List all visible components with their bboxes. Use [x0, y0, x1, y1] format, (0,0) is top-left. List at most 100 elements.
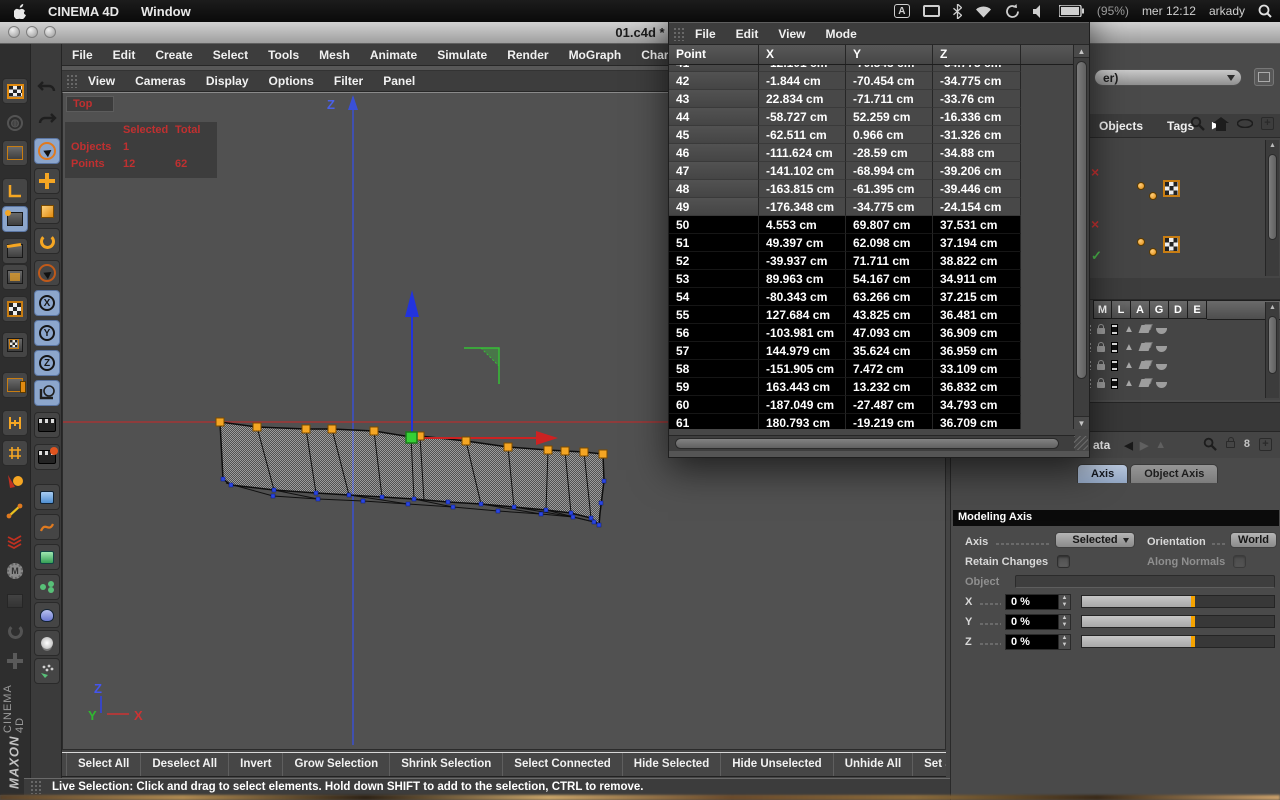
column-header-z[interactable]: Z — [933, 45, 1021, 64]
generator-icon[interactable] — [1138, 343, 1152, 351]
state-icon[interactable] — [1111, 359, 1118, 371]
ik-mode-icon[interactable] — [2, 440, 28, 466]
structure-cell[interactable]: 13.232 cm — [846, 378, 933, 396]
structure-row-55[interactable]: 55 127.684 cm 43.825 cm 36.481 cm — [669, 306, 1075, 324]
orientation-button[interactable]: World — [1230, 532, 1277, 548]
retain-changes-checkbox[interactable] — [1057, 555, 1070, 568]
menubar-app-name[interactable]: CINEMA 4D — [48, 4, 119, 19]
animation-mode-icon[interactable] — [2, 410, 28, 436]
z-value-stepper[interactable]: 0 % ▲ ▼ — [1005, 634, 1071, 650]
add-object-icon[interactable]: + — [1261, 117, 1274, 130]
layer-row[interactable]: ▲ — [1081, 356, 1280, 374]
menu-render[interactable]: Render — [497, 44, 558, 66]
home-icon[interactable] — [1213, 116, 1229, 131]
structure-cell[interactable]: 37.531 cm — [933, 216, 1021, 234]
structure-cell[interactable]: 37.215 cm — [933, 288, 1021, 306]
model-mode-icon[interactable] — [2, 140, 28, 166]
structure-row-50[interactable]: 50 4.553 cm 69.807 cm 37.531 cm — [669, 216, 1075, 234]
structure-cell[interactable]: -70.545 cm — [846, 65, 933, 72]
resize-grip[interactable] — [1074, 436, 1088, 450]
structure-cell[interactable]: 36.832 cm — [933, 378, 1021, 396]
viewport-menu-display[interactable]: Display — [196, 70, 259, 92]
state-icon[interactable] — [1111, 341, 1118, 353]
menubar-user[interactable]: arkady — [1209, 4, 1245, 18]
add-panel-icon[interactable]: + — [1259, 437, 1272, 451]
y-value-stepper[interactable]: 0 % ▲ ▼ — [1005, 614, 1071, 630]
render-view-icon[interactable] — [34, 412, 60, 438]
structure-cell[interactable]: 45 — [669, 126, 759, 144]
generator-icon[interactable] — [1138, 325, 1152, 333]
menu-simulate[interactable]: Simulate — [427, 44, 497, 66]
structure-cell[interactable]: -27.487 cm — [846, 396, 933, 414]
layout-select[interactable]: er) — [1094, 69, 1242, 86]
column-header-x[interactable]: X — [759, 45, 846, 64]
structure-cell[interactable]: -151.905 cm — [759, 360, 846, 378]
layers-scrollbar[interactable]: ▲ — [1265, 302, 1279, 398]
structure-cell[interactable]: -163.815 cm — [759, 180, 846, 198]
tab-objects[interactable]: Objects — [1087, 119, 1155, 133]
sync-icon[interactable] — [1005, 3, 1020, 19]
lock-icon[interactable] — [1097, 377, 1105, 388]
object-stack-icon[interactable] — [2, 372, 28, 398]
structure-cell[interactable]: 37.194 cm — [933, 234, 1021, 252]
eye-icon[interactable] — [1237, 119, 1253, 128]
structure-row-60[interactable]: 60 -187.049 cm -27.487 cm 34.793 cm — [669, 396, 1075, 414]
volume-icon[interactable] — [1032, 3, 1046, 19]
structure-table[interactable]: PointXYZ 41-12.101 cm-70.545 cm-34.775 c… — [669, 45, 1075, 429]
structure-hscrollbar[interactable] — [669, 435, 1075, 451]
menu-animate[interactable]: Animate — [360, 44, 427, 66]
lock-icon[interactable] — [1225, 436, 1235, 448]
structure-menu-view[interactable]: View — [768, 23, 815, 45]
structure-cell[interactable]: -39.446 cm — [933, 180, 1021, 198]
structure-cell[interactable]: 50 — [669, 216, 759, 234]
lock-icon[interactable] — [1097, 341, 1105, 352]
select-all-button[interactable]: Select All — [66, 753, 140, 776]
layer-row[interactable]: ▲ — [1081, 320, 1280, 338]
object-axis-mode-icon[interactable] — [2, 178, 28, 204]
structure-cell[interactable]: -58.727 cm — [759, 108, 846, 126]
scroll-up-icon[interactable]: ▲ — [1269, 304, 1276, 311]
battery-icon[interactable] — [1058, 3, 1084, 19]
world-coords-icon[interactable]: ◍ — [2, 110, 28, 136]
layer-row[interactable]: ▲ — [1081, 338, 1280, 356]
structure-row-41[interactable]: 41-12.101 cm-70.545 cm-34.775 cm — [669, 65, 1075, 72]
layer-column-e[interactable]: E — [1188, 300, 1207, 319]
structure-row-48[interactable]: 48 -163.815 cm -61.395 cm -39.446 cm — [669, 180, 1075, 198]
structure-cell[interactable]: -33.76 cm — [933, 90, 1021, 108]
x-slider[interactable] — [1081, 595, 1275, 608]
structure-cell[interactable]: 38.822 cm — [933, 252, 1021, 270]
structure-row-42[interactable]: 42 -1.844 cm -70.454 cm -34.775 cm — [669, 72, 1075, 90]
invert-button[interactable]: Invert — [228, 753, 282, 776]
viewport-menu-options[interactable]: Options — [259, 70, 324, 92]
texture-axis-mode-icon[interactable] — [2, 332, 28, 358]
x-value-stepper[interactable]: 0 % ▲ ▼ — [1005, 594, 1071, 610]
structure-cell[interactable]: 22.834 cm — [759, 90, 846, 108]
structure-cell[interactable]: -24.154 cm — [933, 198, 1021, 216]
wifi-icon[interactable] — [975, 3, 992, 19]
hide-unselected-button[interactable]: Hide Unselected — [720, 753, 832, 776]
redo-icon[interactable] — [34, 106, 60, 132]
viewport-menu-cameras[interactable]: Cameras — [125, 70, 196, 92]
menu-create[interactable]: Create — [145, 44, 202, 66]
history-back-icon[interactable]: ◀ — [1124, 439, 1132, 452]
structure-cell[interactable]: -62.511 cm — [759, 126, 846, 144]
structure-cell[interactable]: 44 — [669, 108, 759, 126]
unhide-all-button[interactable]: Unhide All — [832, 753, 912, 776]
structure-row-57[interactable]: 57 144.979 cm 35.624 cm 36.959 cm — [669, 342, 1075, 360]
grow-selection-button[interactable]: Grow Selection — [282, 753, 389, 776]
structure-cell[interactable]: -187.049 cm — [759, 396, 846, 414]
structure-row-44[interactable]: 44 -58.727 cm 52.259 cm -16.336 cm — [669, 108, 1075, 126]
structure-cell[interactable]: -31.326 cm — [933, 126, 1021, 144]
structure-cell[interactable]: -80.343 cm — [759, 288, 846, 306]
object-disabled-icon[interactable]: × — [1091, 164, 1099, 180]
lock-x-axis-icon[interactable]: X — [34, 290, 60, 316]
scrollbar-thumb[interactable] — [675, 438, 1059, 449]
structure-cell[interactable]: 7.472 cm — [846, 360, 933, 378]
apple-menu-icon[interactable] — [14, 3, 36, 19]
add-deformer-icon[interactable] — [34, 602, 60, 628]
structure-cell[interactable]: -141.102 cm — [759, 162, 846, 180]
structure-cell[interactable]: -71.711 cm — [846, 90, 933, 108]
structure-cell[interactable]: -39.937 cm — [759, 252, 846, 270]
render-visibility-dot[interactable] — [1149, 248, 1157, 256]
menu-edit[interactable]: Edit — [103, 44, 146, 66]
